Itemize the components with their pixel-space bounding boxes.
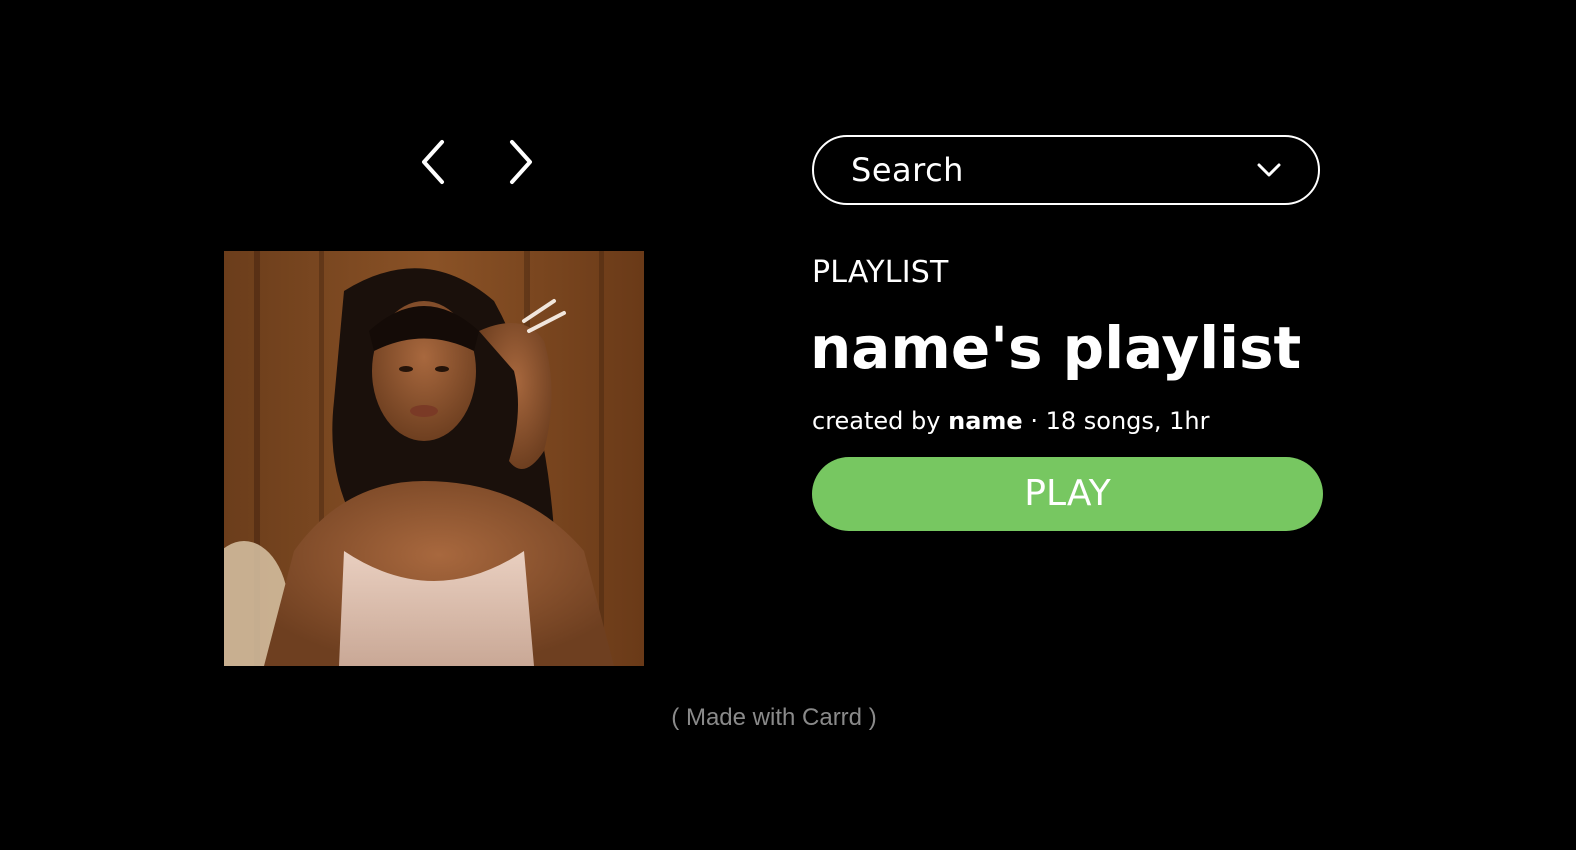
playlist-cover-image xyxy=(224,251,644,666)
nav-arrows xyxy=(414,138,548,188)
chevron-left-icon xyxy=(422,140,444,184)
search-label: Search xyxy=(851,151,964,189)
back-button[interactable] xyxy=(414,138,454,186)
playlist-meta: created by name · 18 songs, 1hr xyxy=(812,407,1210,435)
playlist-kicker: PLAYLIST xyxy=(812,255,949,290)
chevron-down-icon xyxy=(1257,163,1281,177)
play-button[interactable]: PLAY xyxy=(812,457,1323,531)
playlist-page: Search PLAYLIST name's playlist created … xyxy=(0,0,1576,850)
playlist-title: name's playlist xyxy=(810,314,1302,382)
cover-photo xyxy=(224,251,644,666)
forward-button[interactable] xyxy=(500,138,540,186)
chevron-right-icon xyxy=(510,140,532,184)
made-with-carrd-link[interactable]: ( Made with Carrd ) xyxy=(0,704,1548,732)
meta-prefix: created by xyxy=(812,407,941,435)
playlist-creator: name xyxy=(948,407,1023,435)
search-dropdown[interactable]: Search xyxy=(812,135,1320,205)
meta-suffix: · 18 songs, 1hr xyxy=(1030,407,1210,435)
